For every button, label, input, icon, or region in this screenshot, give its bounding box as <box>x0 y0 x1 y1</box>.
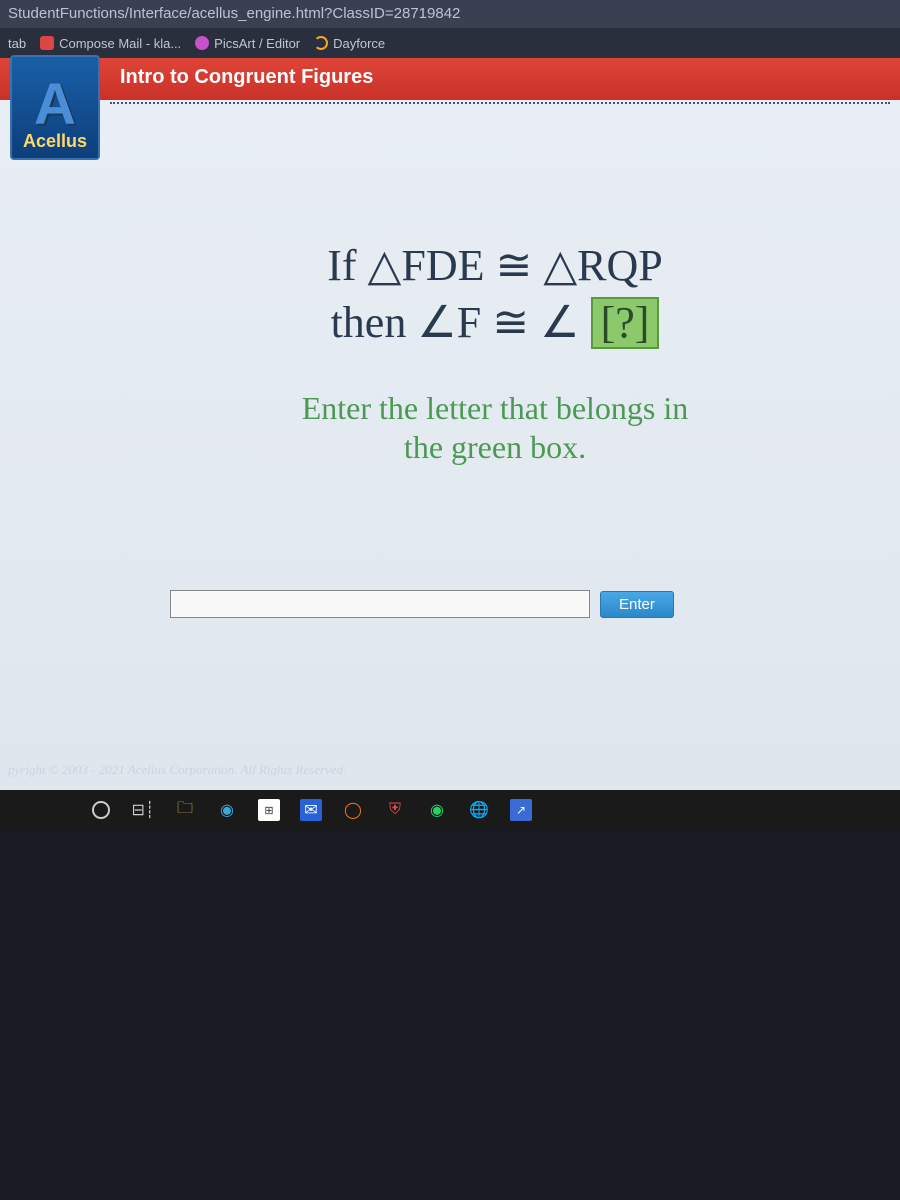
bookmark-label: Compose Mail - kla... <box>59 36 181 51</box>
lesson-header: Intro to Congruent Figures <box>0 58 900 100</box>
taskview-icon[interactable]: ⊟┊ <box>132 799 154 821</box>
spotify-icon[interactable]: ◉ <box>426 799 448 821</box>
below-screen-area <box>0 830 900 1200</box>
bookmark-label: tab <box>8 36 26 51</box>
dayforce-icon <box>314 36 328 50</box>
bookmark-dayforce[interactable]: Dayforce <box>314 36 385 51</box>
bookmark-label: Dayforce <box>333 36 385 51</box>
picsart-icon <box>195 36 209 50</box>
edge-icon[interactable]: ◉ <box>216 799 238 821</box>
address-bar[interactable]: StudentFunctions/Interface/acellus_engin… <box>0 0 900 28</box>
app-icon[interactable]: ◯ <box>342 799 364 821</box>
question-line-1: If △FDE ≅ △RQP <box>170 240 820 291</box>
instruction-line-2: the green box. <box>170 428 820 466</box>
answer-input[interactable] <box>170 590 590 618</box>
windows-taskbar: ⊟┊ 🗀 ◉ ⊞ ✉ ◯ ⛨ ◉ 🌐 ↗ <box>0 790 900 830</box>
divider <box>110 102 890 104</box>
bookmark-picsart[interactable]: PicsArt / Editor <box>195 36 300 51</box>
instruction-line-1: Enter the letter that belongs in <box>170 389 820 427</box>
answer-box: [?] <box>591 297 660 349</box>
mail-icon[interactable]: ✉ <box>300 799 322 821</box>
line2-prefix: then ∠F ≅ ∠ <box>331 298 580 347</box>
bookmark-tab[interactable]: tab <box>8 36 26 51</box>
answer-row: Enter <box>170 590 674 618</box>
instruction-text: Enter the letter that belongs in the gre… <box>170 389 820 466</box>
chrome-icon[interactable]: 🌐 <box>468 799 490 821</box>
question-line-2: then ∠F ≅ ∠ [?] <box>170 297 820 349</box>
bookmark-label: PicsArt / Editor <box>214 36 300 51</box>
url-text: StudentFunctions/Interface/acellus_engin… <box>8 5 460 22</box>
store-icon[interactable]: ⊞ <box>258 799 280 821</box>
question-block: If △FDE ≅ △RQP then ∠F ≅ ∠ [?] Enter the… <box>170 240 820 466</box>
bookmarks-bar: tab Compose Mail - kla... PicsArt / Edit… <box>0 28 900 58</box>
file-explorer-icon[interactable]: 🗀 <box>174 799 196 821</box>
logo-letter: A <box>34 79 76 131</box>
content-area: A Acellus If △FDE ≅ △RQP then ∠F ≅ ∠ [?]… <box>0 100 900 790</box>
copyright-text: pyright © 2003 - 2021 Acellus Corporatio… <box>8 762 346 778</box>
shield-icon[interactable]: ⛨ <box>384 799 406 821</box>
cortana-icon[interactable] <box>90 799 112 821</box>
enter-button[interactable]: Enter <box>600 591 674 618</box>
lesson-title: Intro to Congruent Figures <box>120 66 373 88</box>
bookmark-compose-mail[interactable]: Compose Mail - kla... <box>40 36 181 51</box>
acellus-logo: A Acellus <box>10 55 100 160</box>
share-icon[interactable]: ↗ <box>510 799 532 821</box>
logo-brand: Acellus <box>23 131 87 152</box>
mail-icon <box>40 36 54 50</box>
